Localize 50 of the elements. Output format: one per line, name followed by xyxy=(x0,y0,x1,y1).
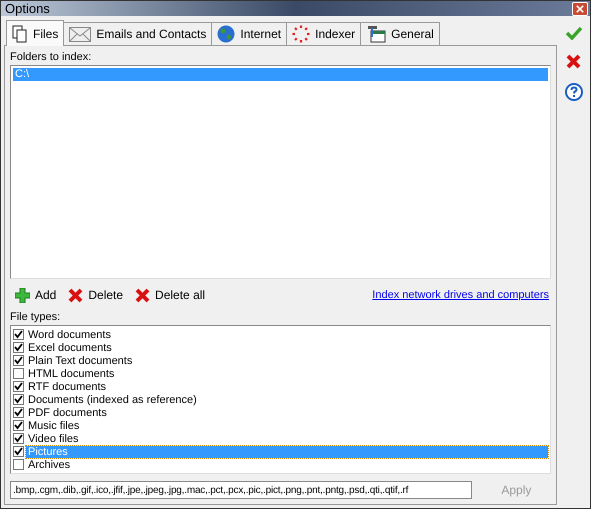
file-type-item[interactable]: Video files xyxy=(26,432,548,444)
checkbox[interactable] xyxy=(13,407,24,418)
document-icon xyxy=(12,24,28,42)
window-title: Options xyxy=(5,1,50,16)
file-type-item[interactable]: Plain Text documents xyxy=(26,354,548,366)
tab[interactable]: Files xyxy=(6,20,64,46)
file-type-item[interactable]: Word documents xyxy=(26,328,548,340)
check-icon xyxy=(566,26,582,40)
checkbox[interactable] xyxy=(13,446,24,457)
close-button[interactable] xyxy=(572,2,588,16)
folders-label: Folders to index: xyxy=(10,51,92,65)
file-type-item[interactable]: Archives xyxy=(26,458,548,470)
file-type-item[interactable]: RTF documents xyxy=(26,380,548,392)
toolbar-button[interactable]: Delete xyxy=(66,288,126,302)
checkbox[interactable] xyxy=(13,342,24,353)
extensions-field[interactable]: .bmp,.cgm,.dib,.gif,.ico,.jfif,.jpe,.jpeg,.jpg,.mac,.pct,.pcx,.pic,.pict,.png,.pnt,.pntg,.psd,.qti,.qtif,.rf xyxy=(10,481,472,499)
cancel-button[interactable] xyxy=(564,52,583,71)
checkbox[interactable] xyxy=(13,433,24,444)
cross-icon xyxy=(566,54,581,69)
checkbox[interactable] xyxy=(13,381,24,392)
network-link[interactable]: Index network drives and computers xyxy=(372,289,551,301)
help-icon xyxy=(564,83,582,101)
plus-icon xyxy=(15,288,30,302)
cross-icon xyxy=(68,288,84,302)
ok-button[interactable] xyxy=(564,24,584,42)
toolbar-button[interactable]: Delete all xyxy=(133,288,208,302)
file-type-item[interactable]: Documents (indexed as reference) xyxy=(26,394,548,406)
checkbox[interactable] xyxy=(13,329,24,340)
file-type-item[interactable]: Excel documents xyxy=(26,342,548,354)
file-type-item[interactable]: HTML documents xyxy=(26,368,548,380)
globe-icon xyxy=(217,25,236,43)
cross-icon xyxy=(135,288,150,302)
file-types-label: File types: xyxy=(10,311,62,325)
window-tools-icon xyxy=(366,25,386,43)
close-icon xyxy=(576,4,584,12)
help-button[interactable] xyxy=(562,81,584,103)
checkbox[interactable] xyxy=(13,420,24,431)
checkbox[interactable] xyxy=(13,394,24,405)
checkbox[interactable] xyxy=(13,355,24,366)
tab[interactable]: Emails and Contacts xyxy=(63,22,212,45)
tab[interactable]: General xyxy=(360,22,440,45)
file-type-item[interactable]: PDF documents xyxy=(26,406,548,418)
tab[interactable]: Indexer xyxy=(286,22,362,45)
file-type-item[interactable]: Music files xyxy=(26,420,548,432)
checkbox[interactable] xyxy=(13,368,24,379)
burst-icon xyxy=(292,25,310,43)
checkbox[interactable] xyxy=(13,459,24,470)
toolbar-button[interactable]: Add xyxy=(13,288,58,302)
envelope-icon xyxy=(69,26,92,42)
tab[interactable]: Internet xyxy=(211,22,288,45)
